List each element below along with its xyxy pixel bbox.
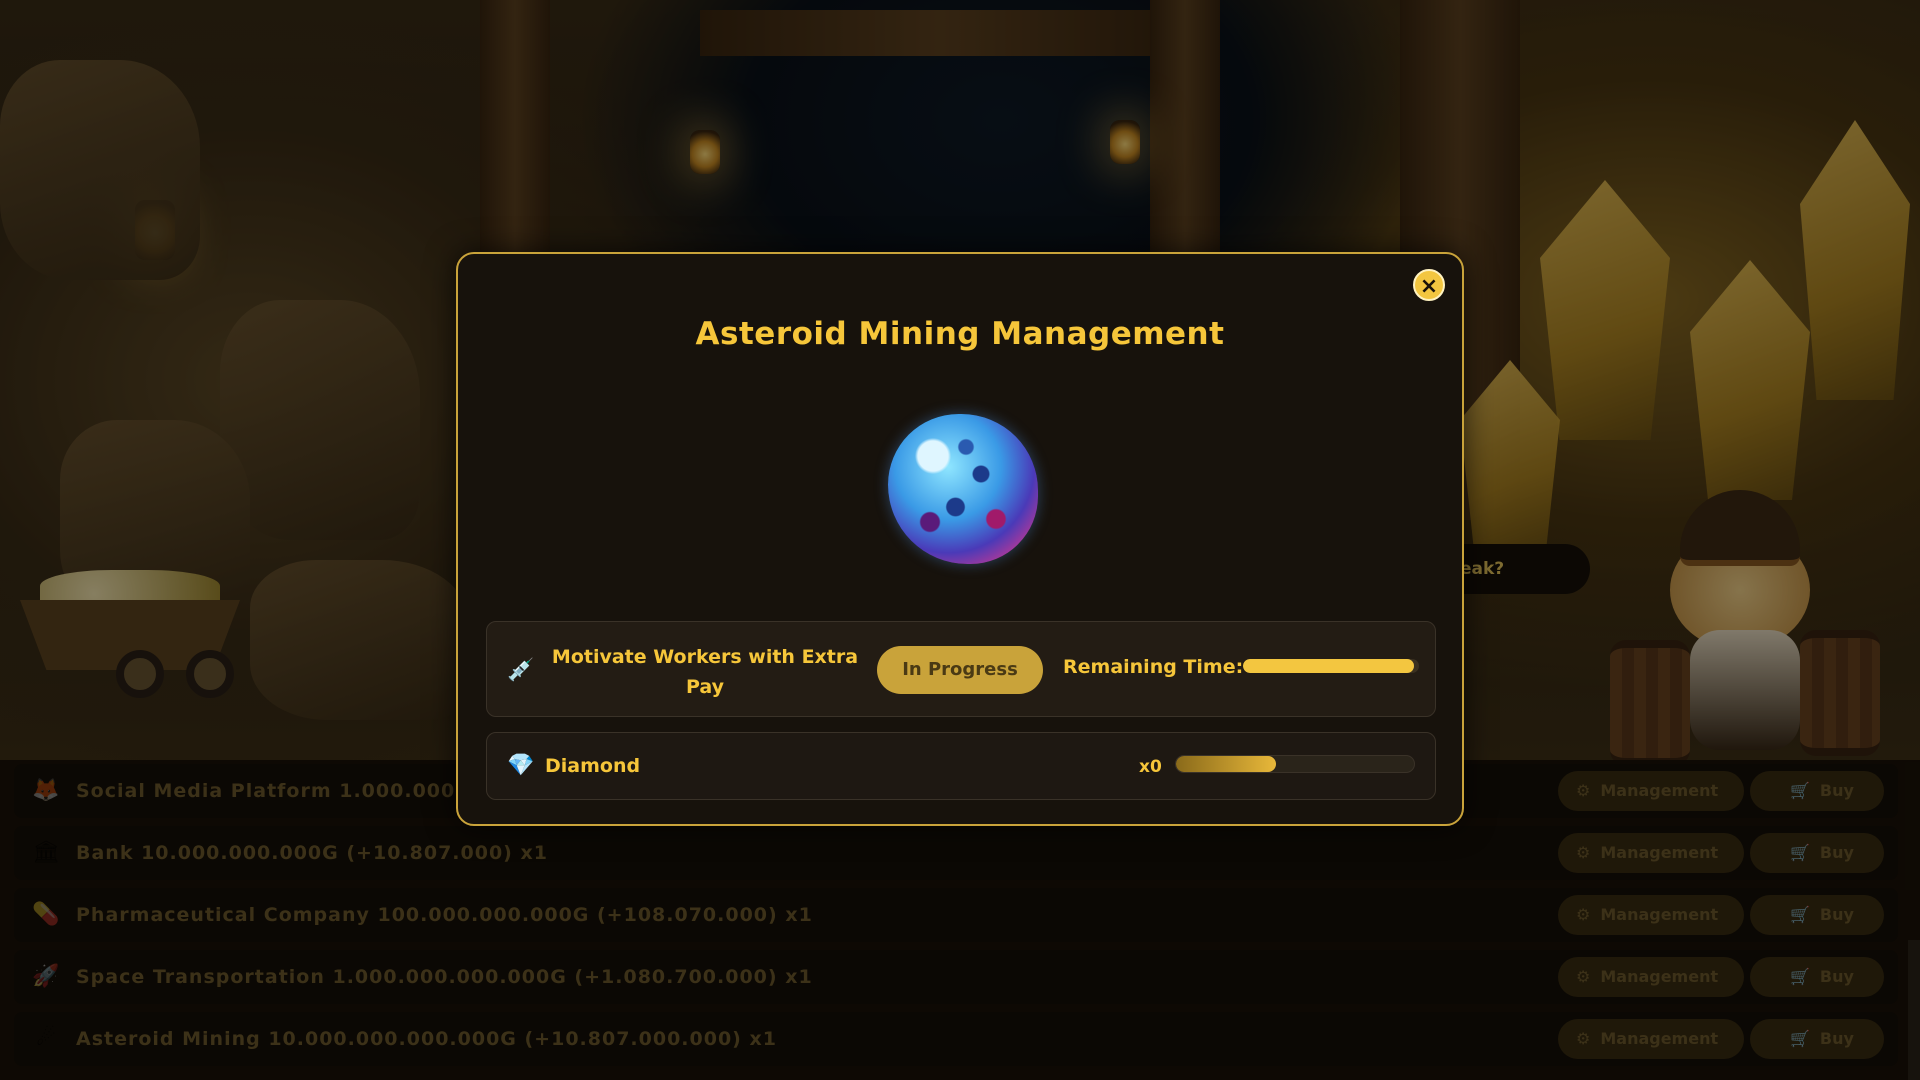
resource-name: Diamond — [545, 755, 641, 777]
remaining-time-label: Remaining Time: — [1063, 656, 1244, 678]
asteroid-image — [888, 414, 1038, 564]
syringe-icon: 💉 — [507, 658, 535, 683]
management-modal: × Asteroid Mining Management 💉 Motivate … — [456, 252, 1464, 826]
remaining-time-bar — [1243, 659, 1419, 673]
in-progress-button[interactable]: In Progress — [877, 646, 1043, 694]
resource-progress-fill — [1176, 756, 1276, 772]
remaining-time-fill — [1243, 659, 1414, 673]
resource-count: x0 — [1139, 757, 1162, 777]
modal-title: Asteroid Mining Management — [695, 316, 1225, 352]
resource-row: 💎 Diamond x0 — [486, 732, 1436, 800]
diamond-icon: 💎 — [507, 753, 535, 778]
resource-progress-bar — [1175, 755, 1415, 773]
close-button[interactable]: × — [1413, 269, 1445, 301]
task-label: Motivate Workers with Extra Pay — [551, 646, 859, 698]
upgrade-task-row: 💉 Motivate Workers with Extra Pay In Pro… — [486, 621, 1436, 717]
